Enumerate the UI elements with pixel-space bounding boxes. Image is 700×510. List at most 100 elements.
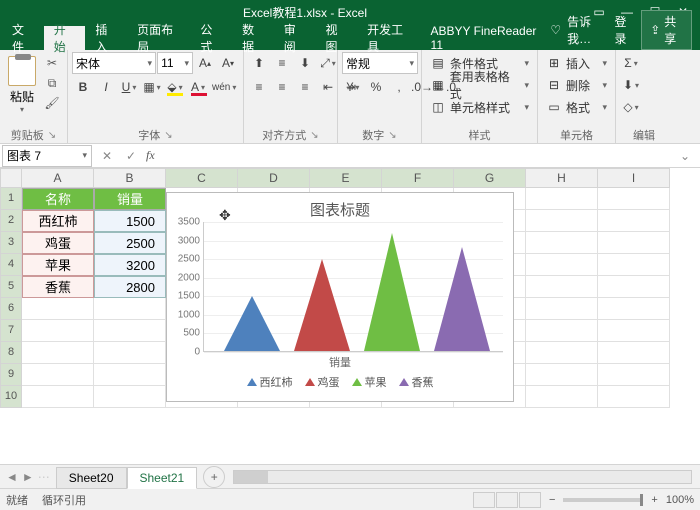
border-button[interactable]: ▦▾ [141,76,163,98]
comma-format-icon[interactable]: , [388,76,410,98]
row-header[interactable]: 8 [0,342,22,364]
paste-button[interactable]: 粘贴 ▾ [4,52,40,127]
format-table-icon: ▦ [430,77,446,93]
phonetic-button[interactable]: wén▾ [210,76,238,98]
col-header[interactable]: E [310,168,382,188]
orientation-icon[interactable]: ⤢▾ [317,52,339,74]
format-cells-icon: ▭ [546,99,562,115]
bold-button[interactable]: B [72,76,94,98]
col-header[interactable]: B [94,168,166,188]
italic-button[interactable]: I [95,76,117,98]
fx-icon[interactable]: fx [146,148,155,163]
sheet-tab-active[interactable]: Sheet21 [127,467,198,489]
tab-insert[interactable]: 插入 [85,26,127,50]
status-bar: 就绪 循环引用 − + 100% [0,488,700,510]
autosum-icon[interactable]: Σ▾ [620,52,642,74]
align-launcher[interactable]: ↘ [310,130,318,141]
tab-home[interactable]: 开始 [44,26,86,50]
worksheet-grid[interactable]: A B C D E F G H I 1名称销量 2西红柿1500 3鸡蛋2500… [0,168,700,464]
ribbon-tabs: 文件 开始 插入 页面布局 公式 数据 审阅 视图 开发工具 ABBYY Fin… [0,24,700,50]
tab-view[interactable]: 视图 [315,26,357,50]
conditional-format-icon: ▤ [430,55,446,71]
ribbon: 粘贴 ▾ ✂ ⧉ 🖌 剪贴板↘ 宋体▾ 11▾ A▴ A▾ B I U▾ ▦▾ [0,50,700,144]
row-header[interactable]: 5 [0,276,22,298]
tell-me[interactable]: 告诉我… [567,13,608,47]
align-left-icon[interactable]: ≡ [248,76,270,98]
window-title: Excel教程1.xlsx - Excel [24,4,586,21]
expand-formula-icon[interactable]: ⌄ [680,149,696,163]
lightbulb-icon: ♡ [550,23,561,37]
enter-formula-icon[interactable]: ✓ [122,149,140,163]
sheet-tab[interactable]: Sheet20 [56,467,127,489]
row-header[interactable]: 4 [0,254,22,276]
format-painter-icon[interactable]: 🖌 [42,94,62,112]
font-size-combo[interactable]: 11▾ [157,52,193,74]
sheet-nav-prev-icon[interactable]: ◄ [6,470,18,484]
percent-format-icon[interactable]: % [365,76,387,98]
sheet-nav-next-icon[interactable]: ► [22,470,34,484]
font-name-combo[interactable]: 宋体▾ [72,52,156,74]
row-header[interactable]: 7 [0,320,22,342]
chart-plot-area[interactable]: 0500100015002000250030003500 [203,222,503,352]
number-launcher[interactable]: ↘ [388,130,396,141]
format-table-button[interactable]: ▦套用表格格式▾ [426,74,533,96]
font-color-button[interactable]: A▾ [187,76,209,98]
tab-data[interactable]: 数据 [232,26,274,50]
tab-file[interactable]: 文件 [2,26,44,50]
paste-icon [8,56,36,86]
add-sheet-button[interactable]: + [203,466,225,488]
name-box[interactable]: 图表 7▾ [2,145,92,167]
cell-styles-button[interactable]: ◫单元格样式▾ [426,96,533,118]
col-header[interactable]: D [238,168,310,188]
align-top-icon[interactable]: ⬆ [248,52,270,74]
col-header[interactable]: F [382,168,454,188]
insert-cells-button[interactable]: ⊞插入▾ [542,52,611,74]
horizontal-scrollbar[interactable] [233,470,692,484]
align-middle-icon[interactable]: ≡ [271,52,293,74]
accounting-format-icon[interactable]: ¥▾ [342,76,364,98]
format-cells-button[interactable]: ▭格式▾ [542,96,611,118]
formula-bar-row: 图表 7▾ ✕ ✓ fx ⌄ [0,144,700,168]
cut-icon[interactable]: ✂ [42,54,62,72]
clipboard-launcher[interactable]: ↘ [48,130,56,141]
col-header[interactable]: A [22,168,94,188]
tab-layout[interactable]: 页面布局 [127,26,190,50]
col-header[interactable]: C [166,168,238,188]
align-bottom-icon[interactable]: ⬇ [294,52,316,74]
tab-review[interactable]: 审阅 [274,26,316,50]
select-all-corner[interactable] [0,168,22,188]
login-link[interactable]: 登录 [615,13,636,47]
tab-developer[interactable]: 开发工具 [357,26,420,50]
col-header[interactable]: H [526,168,598,188]
fill-icon[interactable]: ⬇▾ [620,74,642,96]
font-launcher[interactable]: ↘ [164,130,172,141]
row-header[interactable]: 10 [0,386,22,408]
col-header[interactable]: I [598,168,670,188]
chart-legend[interactable]: 西红柿鸡蛋苹果香蕉 [167,374,513,390]
row-header[interactable]: 2 [0,210,22,232]
row-header[interactable]: 6 [0,298,22,320]
delete-cells-icon: ⊟ [546,77,562,93]
row-header[interactable]: 1 [0,188,22,210]
cancel-formula-icon[interactable]: ✕ [98,149,116,163]
copy-icon[interactable]: ⧉ [42,74,62,92]
delete-cells-button[interactable]: ⊟删除▾ [542,74,611,96]
clear-icon[interactable]: ◇▾ [620,96,642,118]
row-header[interactable]: 9 [0,364,22,386]
indent-decrease-icon[interactable]: ⇤ [317,76,339,98]
fill-color-button[interactable]: ⬙▾ [164,76,186,98]
tab-formulas[interactable]: 公式 [190,26,232,50]
insert-cells-icon: ⊞ [546,55,562,71]
share-button[interactable]: ⇪共享 [641,10,692,50]
embedded-chart[interactable]: ✥ 图表标题 0500100015002000250030003500 销量 西… [166,192,514,402]
formula-input[interactable] [161,146,674,166]
tab-abbyy[interactable]: ABBYY FineReader 11 [421,26,551,50]
row-header[interactable]: 3 [0,232,22,254]
decrease-font-icon[interactable]: A▾ [217,52,239,74]
col-header[interactable]: G [454,168,526,188]
underline-button[interactable]: U▾ [118,76,140,98]
align-center-icon[interactable]: ≡ [271,76,293,98]
align-right-icon[interactable]: ≡ [294,76,316,98]
increase-font-icon[interactable]: A▴ [194,52,216,74]
number-format-combo[interactable]: 常规▾ [342,52,418,74]
